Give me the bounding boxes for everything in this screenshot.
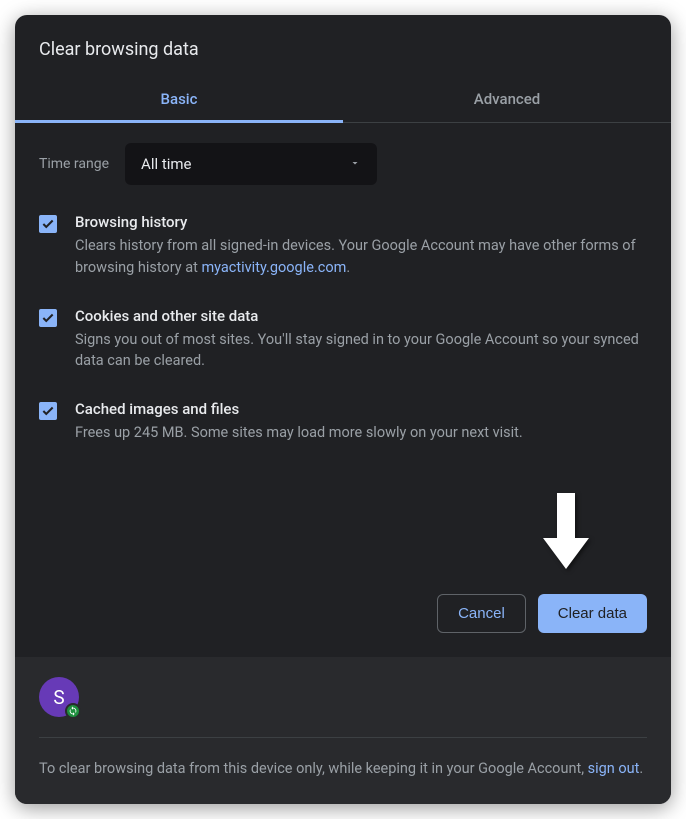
sign-out-link[interactable]: sign out	[588, 760, 640, 777]
clear-browsing-data-dialog: Clear browsing data Basic Advanced Time …	[15, 15, 671, 804]
checkbox-browsing-history-toggle[interactable]	[39, 215, 57, 233]
cookies-title: Cookies and other site data	[75, 307, 647, 325]
checkbox-browsing-history: Browsing history Clears history from all…	[39, 213, 647, 279]
checkbox-cookies-toggle[interactable]	[39, 309, 57, 327]
avatar[interactable]: S	[39, 677, 79, 717]
footer-text: To clear browsing data from this device …	[39, 758, 647, 780]
browsing-history-title: Browsing history	[75, 213, 647, 231]
checkbox-cache-toggle[interactable]	[39, 402, 57, 420]
checkbox-content: Cached images and files Frees up 245 MB.…	[75, 400, 647, 444]
avatar-row: S	[39, 677, 647, 738]
tabs-container: Basic Advanced	[15, 76, 671, 123]
sync-badge-icon	[65, 703, 81, 719]
checkbox-content: Browsing history Clears history from all…	[75, 213, 647, 279]
dialog-content: Time range All time Browsing history Cle…	[15, 123, 671, 534]
button-row: Cancel Clear data	[15, 594, 671, 657]
cookies-desc: Signs you out of most sites. You'll stay…	[75, 329, 647, 373]
cache-desc: Frees up 245 MB. Some sites may load mor…	[75, 422, 647, 444]
dialog-title: Clear browsing data	[15, 15, 671, 76]
tab-advanced[interactable]: Advanced	[343, 76, 671, 122]
checkbox-cache: Cached images and files Frees up 245 MB.…	[39, 400, 647, 444]
time-range-dropdown[interactable]: All time	[125, 143, 377, 185]
clear-data-button[interactable]: Clear data	[538, 594, 647, 633]
myactivity-link[interactable]: myactivity.google.com	[201, 259, 346, 276]
time-range-row: Time range All time	[39, 143, 647, 185]
tab-basic[interactable]: Basic	[15, 76, 343, 122]
browsing-history-desc: Clears history from all signed-in device…	[75, 235, 647, 279]
checkbox-cookies: Cookies and other site data Signs you ou…	[39, 307, 647, 373]
checkbox-content: Cookies and other site data Signs you ou…	[75, 307, 647, 373]
time-range-value: All time	[141, 155, 191, 173]
cancel-button[interactable]: Cancel	[437, 594, 526, 633]
cache-title: Cached images and files	[75, 400, 647, 418]
time-range-label: Time range	[39, 156, 109, 172]
avatar-initial: S	[53, 686, 64, 709]
dialog-footer: S To clear browsing data from this devic…	[15, 657, 671, 804]
chevron-down-icon	[349, 155, 361, 173]
